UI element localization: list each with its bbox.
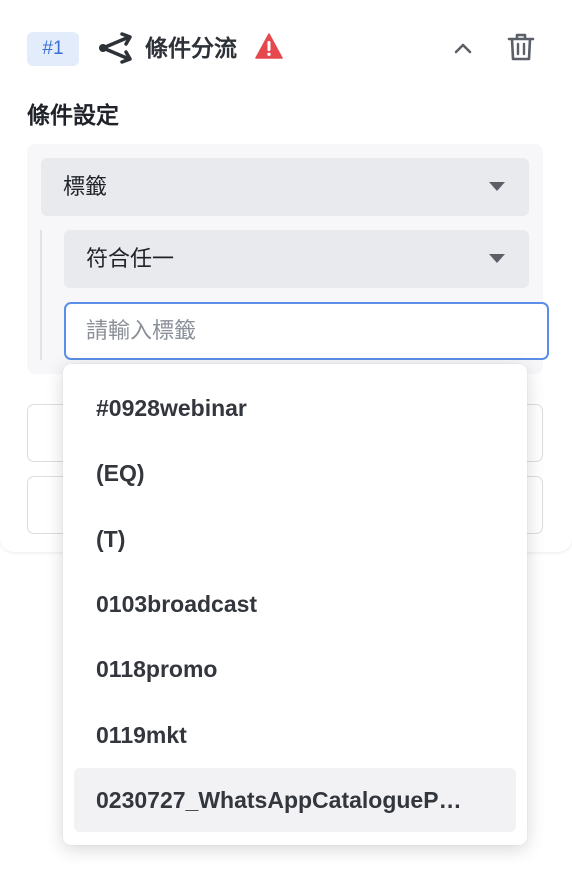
dropdown-caret-icon xyxy=(489,182,505,191)
tag-option[interactable]: 0118promo xyxy=(74,637,516,701)
trash-icon[interactable] xyxy=(507,32,535,62)
node-title: 條件分流 xyxy=(145,35,237,61)
warning-triangle-icon xyxy=(255,33,283,59)
node-header: #1 條件分流 xyxy=(27,28,547,68)
node-number-badge: #1 xyxy=(27,32,79,66)
condition-section-title: 條件設定 xyxy=(27,102,119,128)
tag-options-dropdown: #0928webinar (EQ) (T) 0103broadcast 0118… xyxy=(63,364,527,845)
tag-option[interactable]: (EQ) xyxy=(74,441,516,505)
tag-option[interactable]: (T) xyxy=(74,507,516,571)
nesting-guide-line xyxy=(40,230,42,360)
tag-option-hovered[interactable]: 0230727_WhatsAppCatalogueP… xyxy=(74,768,516,832)
tag-search-input[interactable] xyxy=(64,302,549,360)
tag-option[interactable]: 0119mkt xyxy=(74,703,516,767)
chevron-up-icon[interactable] xyxy=(451,36,475,60)
branch-arrows-icon xyxy=(99,32,132,64)
match-mode-value: 符合任一 xyxy=(86,246,175,271)
dropdown-caret-icon xyxy=(489,254,505,263)
match-mode-select[interactable]: 符合任一 xyxy=(64,230,529,288)
condition-type-select[interactable]: 標籤 xyxy=(41,158,529,216)
condition-type-value: 標籤 xyxy=(63,174,108,199)
tag-option[interactable]: #0928webinar xyxy=(74,376,516,440)
tag-option[interactable]: 0103broadcast xyxy=(74,572,516,636)
